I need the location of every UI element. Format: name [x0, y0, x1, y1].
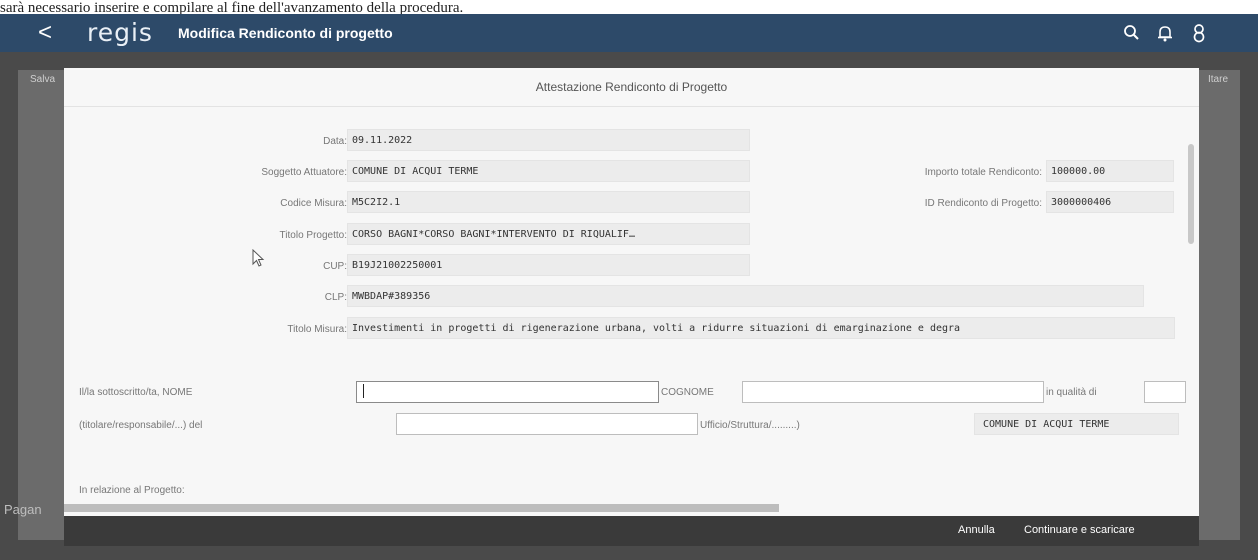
background-right-hint: Itare	[1208, 74, 1229, 85]
titolare-input[interactable]	[396, 413, 698, 435]
in-qualita-di-input[interactable]	[1144, 381, 1186, 403]
user-icon[interactable]	[1188, 22, 1210, 44]
dialog-horizontal-scrollbar[interactable]	[64, 504, 779, 512]
dialog-footer: Annulla Continuare e scaricare	[64, 516, 1199, 546]
titolo-misura-field: Investimenti in progetti di rigenerazion…	[347, 317, 1175, 339]
cup-label: CUP:	[323, 261, 347, 272]
cup-field: B19J21002250001	[347, 254, 750, 276]
id-rendiconto-field: 3000000406	[1046, 191, 1174, 213]
titolo-progetto-label: Titolo Progetto:	[279, 230, 347, 241]
shell-bar: < regis Modifica Rendiconto di progetto	[0, 14, 1258, 52]
annulla-button[interactable]: Annulla	[958, 524, 995, 536]
id-rendiconto-label: ID Rendiconto di Progetto:	[924, 198, 1042, 209]
cognome-label: COGNOME	[661, 387, 714, 398]
titolo-progetto-field: CORSO BAGNI*CORSO BAGNI*INTERVENTO DI RI…	[347, 223, 750, 245]
nome-label: Il/la sottoscritto/ta, NOME	[79, 387, 193, 398]
in-qualita-di-label: in qualità di	[1046, 387, 1097, 398]
background-save-hint: Salva	[30, 74, 56, 85]
ufficio-struttura-label: Ufficio/Struttura/.........)	[700, 420, 800, 431]
data-field: 09.11.2022	[347, 129, 750, 151]
ufficio-struttura-field: COMUNE DI ACQUI TERME	[974, 413, 1179, 435]
clp-field: MWBDAP#389356	[347, 285, 1144, 307]
importo-totale-label: Importo totale Rendiconto:	[924, 167, 1042, 178]
background-section-hint: Pagan	[4, 502, 42, 517]
cognome-input[interactable]	[742, 381, 1044, 403]
text-cursor	[363, 384, 364, 398]
vertical-scroll-thumb[interactable]	[1188, 144, 1194, 244]
dialog-header: Attestazione Rendiconto di Progetto	[64, 68, 1199, 107]
importo-totale-field: 100000.00	[1046, 160, 1174, 182]
data-label: Data:	[323, 136, 347, 147]
app-title: Modifica Rendiconto di progetto	[178, 25, 393, 41]
dialog-title: Attestazione Rendiconto di Progetto	[535, 80, 728, 94]
back-button[interactable]: <	[38, 20, 52, 46]
attestazione-dialog: Attestazione Rendiconto di Progetto Data…	[64, 68, 1199, 516]
mouse-pointer-icon	[252, 249, 265, 267]
soggetto-attuatore-label: Soggetto Attuatore:	[261, 167, 347, 178]
codice-misura-field: M5C2I2.1	[347, 191, 750, 213]
search-icon[interactable]	[1121, 22, 1143, 44]
dialog-vertical-scrollbar[interactable]	[1186, 106, 1196, 516]
continuare-e-scaricare-button[interactable]: Continuare e scaricare	[1024, 524, 1135, 536]
in-relazione-label: In relazione al Progetto:	[79, 485, 185, 496]
bell-icon[interactable]	[1154, 22, 1176, 44]
soggetto-attuatore-field: COMUNE DI ACQUI TERME	[347, 160, 750, 182]
codice-misura-label: Codice Misura:	[280, 198, 347, 209]
nome-input[interactable]	[356, 381, 659, 403]
titolo-misura-label: Titolo Misura:	[287, 324, 347, 335]
titolare-label: (titolare/responsabile/...) del	[79, 420, 203, 431]
regis-logo: regis	[87, 18, 153, 47]
clp-label: CLP:	[324, 292, 347, 303]
